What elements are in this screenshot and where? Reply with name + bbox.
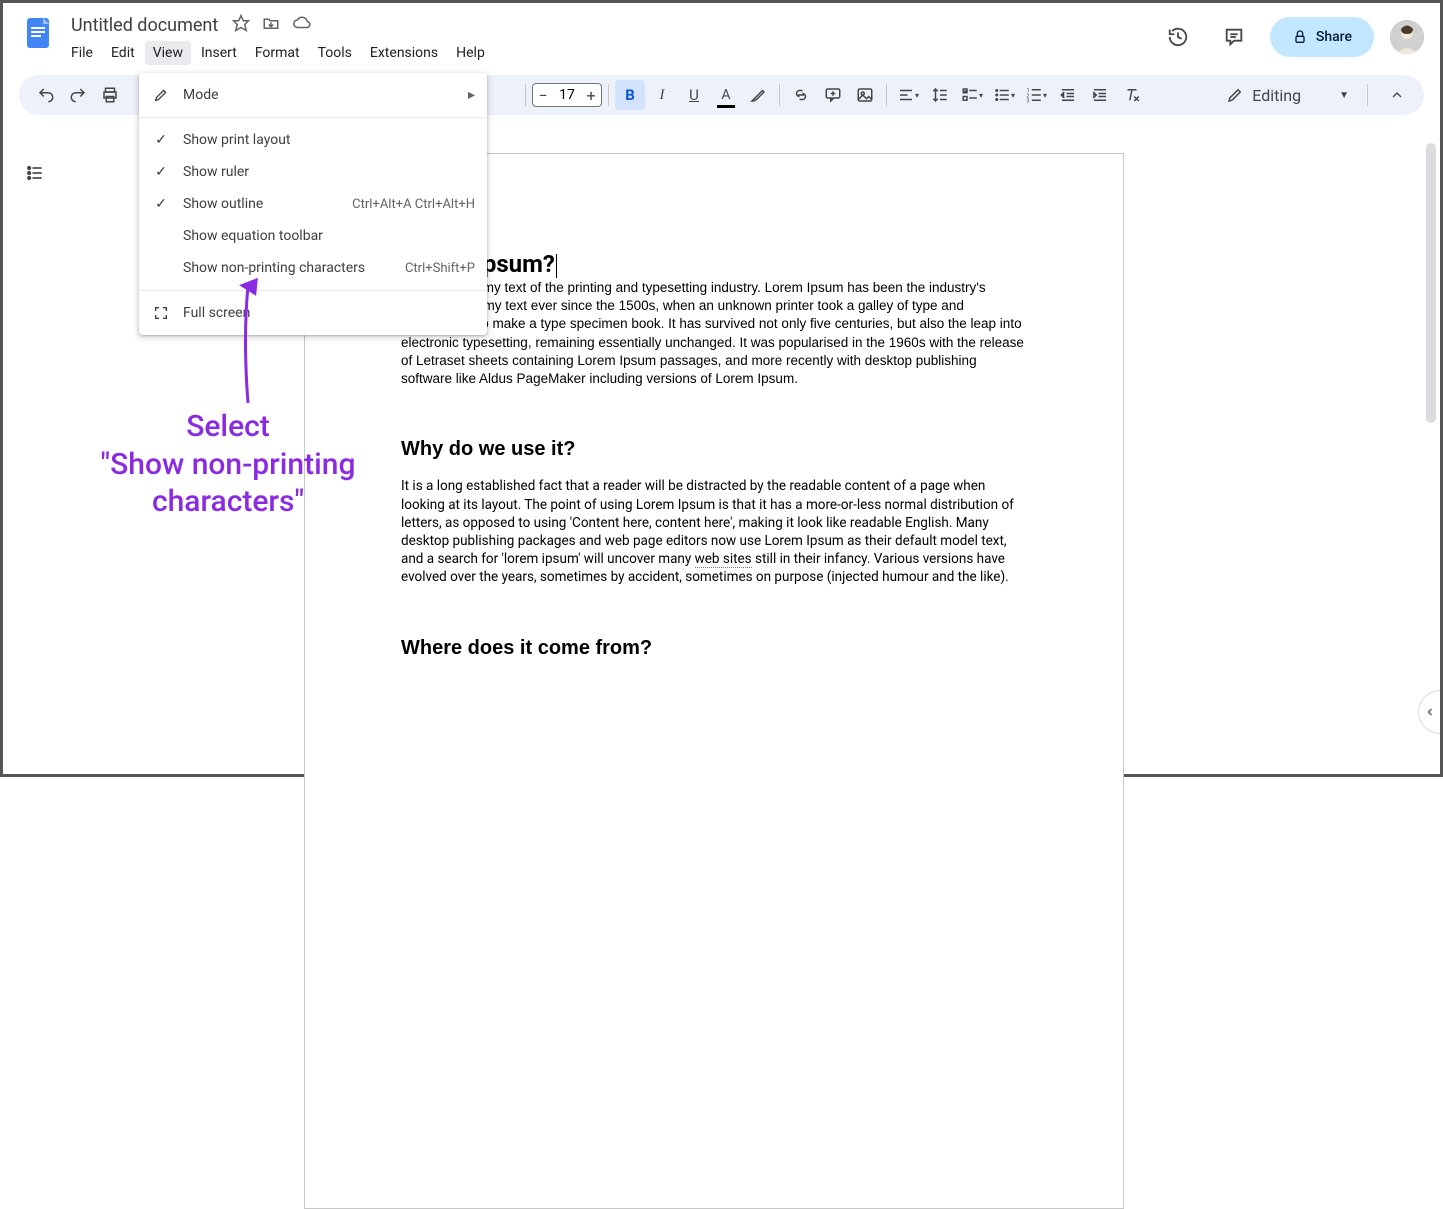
checklist-button[interactable]: ▾ bbox=[957, 80, 987, 110]
heading-2[interactable]: Where does it come from? bbox=[401, 637, 1027, 660]
menu-item-mode[interactable]: Mode ▸ bbox=[139, 79, 487, 111]
collapse-toolbar-button[interactable] bbox=[1382, 80, 1412, 110]
paragraph[interactable]: is simply dummy text of the printing and… bbox=[401, 279, 1027, 388]
share-label: Share bbox=[1316, 29, 1352, 45]
separator bbox=[886, 84, 887, 106]
print-button[interactable] bbox=[95, 80, 125, 110]
highlight-button[interactable] bbox=[743, 80, 773, 110]
menu-item-label: Show non-printing characters bbox=[183, 260, 393, 276]
redo-button[interactable] bbox=[63, 80, 93, 110]
insert-comment-button[interactable] bbox=[818, 80, 848, 110]
view-menu-dropdown: Mode ▸ ✓ Show print layout ✓ Show ruler … bbox=[139, 73, 487, 335]
bold-button[interactable]: B bbox=[615, 80, 645, 110]
menu-item-show-outline[interactable]: ✓ Show outline Ctrl+Alt+A Ctrl+Alt+H bbox=[139, 188, 487, 220]
menu-item-label: Show ruler bbox=[183, 164, 475, 180]
clear-formatting-button[interactable] bbox=[1117, 80, 1147, 110]
pencil-icon bbox=[1226, 86, 1244, 104]
menu-separator bbox=[139, 290, 487, 291]
svg-text:3: 3 bbox=[1026, 99, 1029, 105]
history-icon[interactable] bbox=[1158, 17, 1198, 57]
paragraph[interactable]: It is a long established fact that a rea… bbox=[401, 477, 1027, 586]
menu-item-show-equation-toolbar[interactable]: Show equation toolbar bbox=[139, 220, 487, 252]
scrollbar-thumb[interactable] bbox=[1426, 143, 1436, 423]
move-icon[interactable] bbox=[262, 14, 280, 36]
menu-file[interactable]: File bbox=[63, 41, 101, 65]
editing-mode-button[interactable]: Editing ▼ bbox=[1214, 80, 1361, 110]
editing-mode-label: Editing bbox=[1252, 86, 1301, 105]
line-spacing-button[interactable] bbox=[925, 80, 955, 110]
text-cursor bbox=[556, 254, 557, 278]
numbered-list-button[interactable]: 123▾ bbox=[1021, 80, 1051, 110]
align-button[interactable]: ▾ bbox=[893, 80, 923, 110]
document-title[interactable]: Untitled document bbox=[67, 13, 222, 38]
app-header: Untitled document File Edit View Insert … bbox=[3, 3, 1440, 67]
menu-format[interactable]: Format bbox=[247, 41, 308, 65]
check-icon: ✓ bbox=[151, 196, 171, 212]
menubar: File Edit View Insert Format Tools Exten… bbox=[63, 39, 1158, 67]
menu-view[interactable]: View bbox=[145, 41, 191, 65]
menu-help[interactable]: Help bbox=[448, 41, 493, 65]
menu-insert[interactable]: Insert bbox=[193, 41, 245, 65]
font-size-decrease[interactable]: − bbox=[533, 86, 553, 105]
decrease-indent-button[interactable] bbox=[1053, 80, 1083, 110]
menu-item-show-print-layout[interactable]: ✓ Show print layout bbox=[139, 124, 487, 156]
font-size-increase[interactable]: + bbox=[581, 86, 601, 105]
caret-down-icon: ▼ bbox=[1339, 90, 1349, 101]
fullscreen-icon bbox=[151, 305, 171, 321]
separator bbox=[608, 84, 609, 106]
outline-toggle-button[interactable] bbox=[20, 158, 50, 188]
menu-item-shortcut: Ctrl+Shift+P bbox=[405, 261, 475, 276]
chevron-right-icon: ▸ bbox=[468, 87, 475, 103]
menu-separator bbox=[139, 117, 487, 118]
heading-2[interactable]: Why do we use it? bbox=[401, 438, 1027, 461]
separator bbox=[779, 84, 780, 106]
menu-item-label: Show equation toolbar bbox=[183, 228, 475, 244]
lock-icon bbox=[1292, 29, 1308, 45]
separator bbox=[525, 84, 526, 106]
bulleted-list-button[interactable]: ▾ bbox=[989, 80, 1019, 110]
menu-item-shortcut: Ctrl+Alt+A Ctrl+Alt+H bbox=[352, 197, 475, 212]
insert-link-button[interactable] bbox=[786, 80, 816, 110]
italic-button[interactable]: I bbox=[647, 80, 677, 110]
title-area: Untitled document File Edit View Insert … bbox=[67, 11, 1158, 67]
comments-icon[interactable] bbox=[1214, 17, 1254, 57]
avatar[interactable] bbox=[1390, 20, 1424, 54]
menu-extensions[interactable]: Extensions bbox=[362, 41, 446, 65]
menu-item-show-non-printing-characters[interactable]: Show non-printing characters Ctrl+Shift+… bbox=[139, 252, 487, 284]
star-icon[interactable] bbox=[232, 14, 250, 36]
menu-item-label: Mode bbox=[183, 87, 456, 103]
pencil-icon bbox=[151, 87, 171, 103]
menu-item-full-screen[interactable]: Full screen bbox=[139, 297, 487, 329]
docs-logo[interactable] bbox=[19, 13, 59, 53]
insert-image-button[interactable] bbox=[850, 80, 880, 110]
share-button[interactable]: Share bbox=[1270, 17, 1374, 57]
menu-item-label: Show print layout bbox=[183, 132, 475, 148]
vertical-scrollbar[interactable] bbox=[1424, 143, 1438, 770]
increase-indent-button[interactable] bbox=[1085, 80, 1115, 110]
menu-edit[interactable]: Edit bbox=[103, 41, 143, 65]
check-icon: ✓ bbox=[151, 164, 171, 180]
menu-item-label: Show outline bbox=[183, 196, 340, 212]
text-color-button[interactable]: A bbox=[711, 80, 741, 110]
separator bbox=[1367, 84, 1368, 106]
undo-button[interactable] bbox=[31, 80, 61, 110]
menu-tools[interactable]: Tools bbox=[310, 41, 360, 65]
check-icon: ✓ bbox=[151, 132, 171, 148]
menu-item-show-ruler[interactable]: ✓ Show ruler bbox=[139, 156, 487, 188]
font-size-input[interactable] bbox=[553, 87, 581, 103]
menu-item-label: Full screen bbox=[183, 305, 475, 321]
underline-button[interactable]: U bbox=[679, 80, 709, 110]
spellcheck-squiggle[interactable]: web sites bbox=[695, 551, 752, 568]
cloud-status-icon[interactable] bbox=[292, 14, 312, 36]
font-size-control: − + bbox=[532, 83, 602, 107]
